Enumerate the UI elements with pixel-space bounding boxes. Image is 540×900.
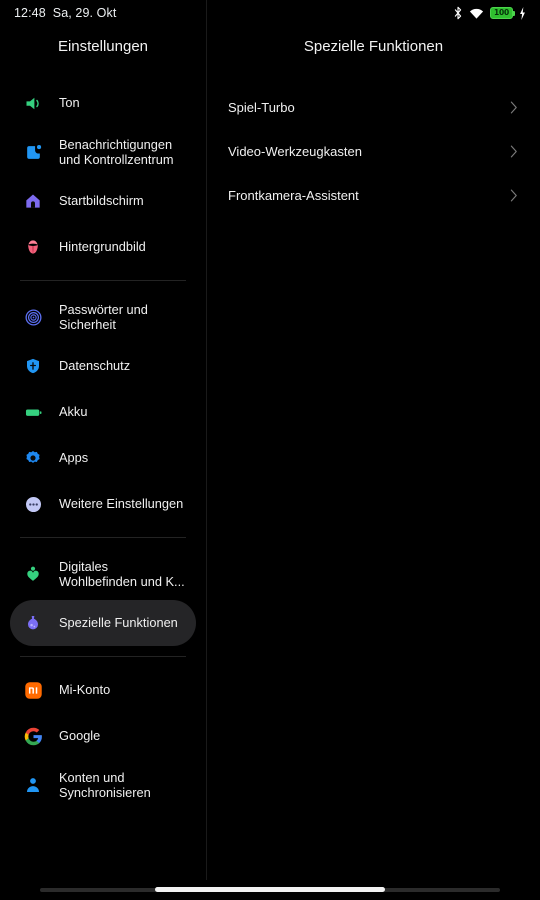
list-item-label: Spiel-Turbo bbox=[228, 99, 295, 115]
status-bar: 12:48 Sa, 29. Okt 100 bbox=[0, 0, 540, 26]
sidebar-item-google[interactable]: Google bbox=[10, 713, 196, 759]
sidebar-item-label: Ton bbox=[59, 95, 80, 111]
notification-badge-icon bbox=[21, 140, 45, 164]
sidebar-item-label: Datenschutz bbox=[59, 358, 131, 374]
sidebar-item-apps[interactable]: Apps bbox=[10, 435, 196, 481]
flower-icon bbox=[21, 235, 45, 259]
sidebar-item-label: Digitales Wohlbefinden und K... bbox=[59, 558, 185, 590]
list-item-label: Frontkamera-Assistent bbox=[228, 187, 359, 203]
sidebar-divider-3 bbox=[20, 656, 186, 657]
sidebar-item-konten-synchronisieren[interactable]: Konten und Synchronisieren bbox=[10, 759, 196, 811]
sidebar-divider-2 bbox=[20, 537, 186, 538]
mi-logo-icon bbox=[21, 678, 45, 702]
list-item-label: Video-Werkzeugkasten bbox=[228, 143, 362, 159]
sidebar-item-datenschutz[interactable]: Datenschutz bbox=[10, 343, 196, 389]
person-icon bbox=[21, 773, 45, 797]
sidebar-item-startbildschirm[interactable]: Startbildschirm bbox=[10, 178, 196, 224]
shield-icon bbox=[21, 354, 45, 378]
sidebar-top-spacer bbox=[0, 68, 206, 80]
list-item-video-werkzeugkasten[interactable]: Video-Werkzeugkasten bbox=[228, 129, 518, 173]
sidebar-item-weitere-einstellungen[interactable]: Weitere Einstellungen bbox=[10, 481, 196, 527]
sidebar-item-benachrichtigungen[interactable]: Benachrichtigungen und Kontrollzentrum bbox=[10, 126, 196, 178]
feature-list: Spiel-Turbo Video-Werkzeugkasten Frontka… bbox=[207, 85, 540, 217]
potion-icon bbox=[21, 611, 45, 635]
navigation-gesture-bar[interactable] bbox=[0, 880, 540, 900]
sidebar-item-mi-konto[interactable]: Mi-Konto bbox=[10, 667, 196, 713]
sidebar-item-akku[interactable]: Akku bbox=[10, 389, 196, 435]
charging-bolt-icon bbox=[520, 6, 525, 20]
chevron-right-icon bbox=[510, 189, 517, 201]
sidebar-item-label: Spezielle Funktionen bbox=[59, 615, 178, 631]
fingerprint-icon bbox=[21, 305, 45, 329]
list-item-spiel-turbo[interactable]: Spiel-Turbo bbox=[228, 85, 518, 129]
gear-icon bbox=[21, 446, 45, 470]
status-date: Sa, 29. Okt bbox=[52, 6, 117, 20]
list-item-frontkamera-assistent[interactable]: Frontkamera-Assistent bbox=[228, 173, 518, 217]
google-logo-icon bbox=[21, 724, 45, 748]
bluetooth-icon bbox=[454, 6, 462, 20]
sidebar-nav-group-1: Ton Benachrichtigungen und Kontrollzentr… bbox=[0, 80, 206, 270]
sidebar-nav-group-4: Mi-Konto Google Konten und Synchronisier… bbox=[0, 667, 206, 811]
home-icon bbox=[21, 189, 45, 213]
settings-sidebar: Einstellungen Ton Benachrichtigungen und… bbox=[0, 26, 206, 880]
sidebar-item-label: Mi-Konto bbox=[59, 682, 111, 698]
wifi-icon bbox=[469, 8, 484, 19]
page-title: Spezielle Funktionen bbox=[303, 38, 444, 55]
battery-icon: 100 bbox=[490, 7, 516, 19]
sidebar-item-label: Hintergrundbild bbox=[59, 239, 146, 255]
sidebar-item-label: Akku bbox=[59, 404, 88, 420]
status-bar-right: 100 bbox=[453, 6, 526, 20]
sidebar-item-spezielle-funktionen[interactable]: Spezielle Funktionen bbox=[10, 600, 196, 646]
sidebar-item-ton[interactable]: Ton bbox=[10, 80, 196, 126]
sidebar-item-label: Passwörter und Sicherheit bbox=[59, 301, 148, 333]
speaker-icon bbox=[21, 91, 45, 115]
phone-screen: 12:48 Sa, 29. Okt 100 Einstellungen Ton … bbox=[0, 0, 540, 900]
content-panel: Spezielle Funktionen Spiel-Turbo Video-W… bbox=[207, 26, 540, 880]
status-time: 12:48 bbox=[14, 6, 46, 20]
sidebar-item-label: Benachrichtigungen und Kontrollzentrum bbox=[59, 136, 174, 168]
sidebar-nav-group-3: Digitales Wohlbefinden und K... Speziell… bbox=[0, 548, 206, 646]
sidebar-item-digitales-wohlbefinden[interactable]: Digitales Wohlbefinden und K... bbox=[10, 548, 196, 600]
more-dots-icon bbox=[21, 492, 45, 516]
battery-icon bbox=[21, 400, 45, 424]
status-bar-left: 12:48 Sa, 29. Okt bbox=[14, 6, 116, 20]
sidebar-item-passwoerter-sicherheit[interactable]: Passwörter und Sicherheit bbox=[10, 291, 196, 343]
chevron-right-icon bbox=[510, 145, 517, 157]
sidebar-item-hintergrundbild[interactable]: Hintergrundbild bbox=[10, 224, 196, 270]
sidebar-item-label: Google bbox=[59, 728, 101, 744]
sidebar-item-label: Startbildschirm bbox=[59, 193, 144, 209]
heart-person-icon bbox=[21, 562, 45, 586]
sidebar-divider-1 bbox=[20, 280, 186, 281]
sidebar-item-label: Konten und Synchronisieren bbox=[59, 769, 151, 801]
gesture-bar-handle[interactable] bbox=[155, 887, 385, 892]
battery-level-label: 100 bbox=[493, 8, 510, 18]
sidebar-title: Einstellungen bbox=[57, 38, 149, 55]
chevron-right-icon bbox=[510, 101, 517, 113]
sidebar-nav-group-2: Passwörter und Sicherheit Datenschutz Ak… bbox=[0, 291, 206, 527]
sidebar-item-label: Weitere Einstellungen bbox=[59, 496, 184, 512]
sidebar-item-label: Apps bbox=[59, 450, 89, 466]
